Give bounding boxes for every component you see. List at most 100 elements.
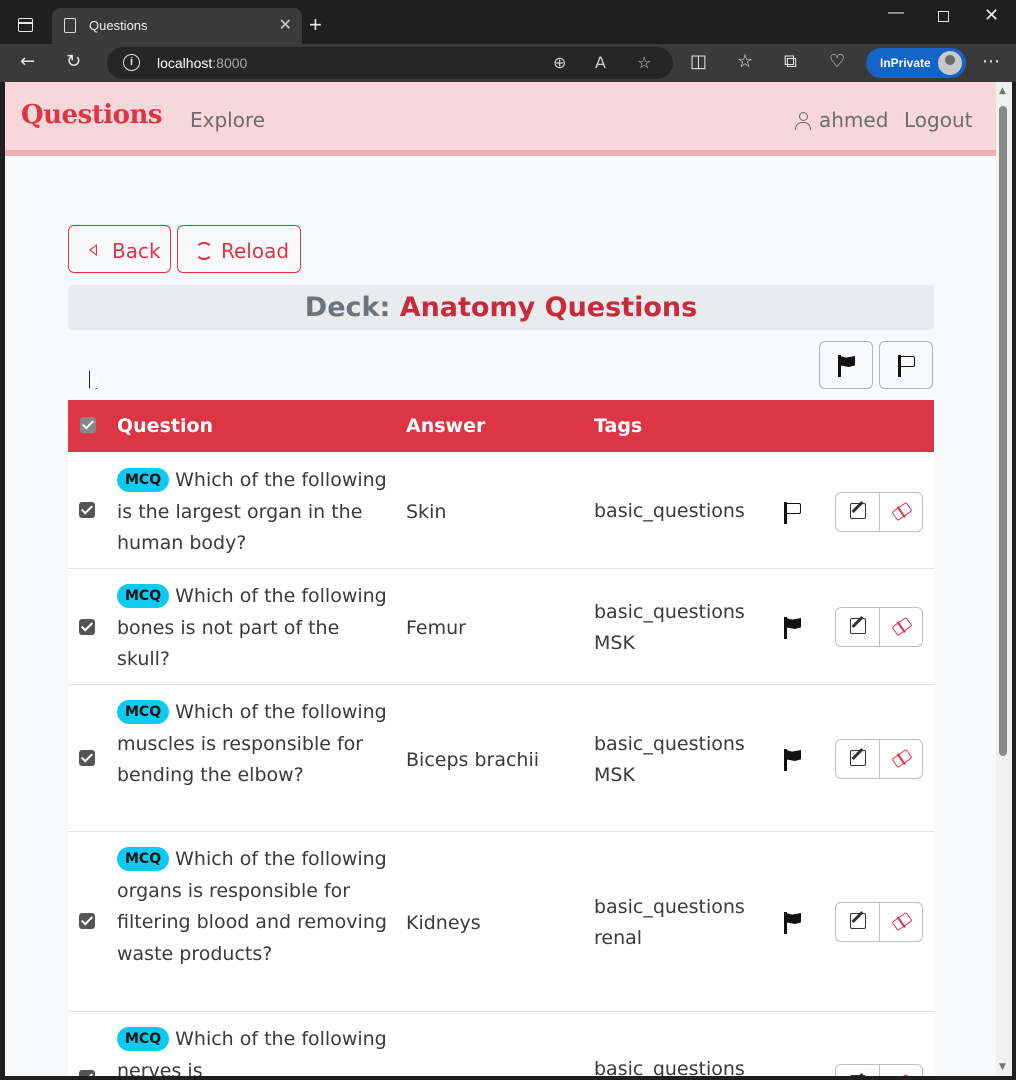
row-actions [835,902,923,942]
address-url[interactable]: localhost:8000 [157,55,247,71]
more-icon[interactable]: ⋯ [982,51,1000,72]
refresh-icon[interactable]: ↻ [66,51,81,72]
edit-button[interactable] [836,493,880,531]
read-aloud-icon[interactable]: A [595,53,606,72]
delete-button[interactable] [880,903,923,941]
flag-filled-icon[interactable] [784,912,802,934]
reload-button[interactable]: Reload [177,225,301,273]
flag-filled-icon[interactable] [784,617,802,639]
browser-tab[interactable]: Questions ✕ [52,8,302,44]
header-question[interactable]: Question [117,415,213,437]
row-actions [835,607,923,647]
eraser-icon [891,911,913,932]
address-bar[interactable]: i localhost:8000 ⊕ A ☆ [107,47,673,79]
tag: MSK [594,764,635,786]
flag-outline-icon [898,355,916,377]
edit-button[interactable] [836,903,880,941]
nav-user-link[interactable]: ahmed [795,108,888,132]
minimize-button[interactable]: — [888,4,904,22]
edit-button[interactable] [836,608,880,646]
row-checkbox[interactable] [79,750,95,766]
page-viewport: Questions Explore ahmed Logout Back Relo… [5,82,996,1076]
nav-explore-link[interactable]: Explore [190,108,265,132]
username: ahmed [819,108,889,132]
collections-icon[interactable]: ⧉ [784,51,797,72]
eraser-icon [891,748,913,769]
table-row: MCQ Which of the following nerves is basi… [68,1012,934,1076]
unflag-selected-button[interactable] [879,341,933,389]
row-actions [835,492,923,532]
edit-button[interactable] [836,740,880,778]
page-icon [64,18,76,33]
navbar: Questions Explore ahmed Logout [5,82,996,156]
pencil-icon [850,503,866,519]
mcq-badge: MCQ [117,847,170,871]
table-row: MCQ Which of the following organs is resp… [68,832,934,1012]
mouse-cursor [89,370,101,389]
question-cell: MCQ Which of the following organs is resp… [117,844,387,970]
window-close-button[interactable]: ✕ [984,5,999,26]
tags-cell: basic_questions MSK [594,597,745,659]
health-icon[interactable]: ♡ [829,51,845,72]
question-cell: MCQ Which of the following bones is not p… [117,581,387,676]
tab-actions-icon[interactable] [18,18,33,32]
reload-label: Reload [221,239,290,263]
answer-cell: Kidneys [406,912,481,934]
delete-button[interactable] [880,740,923,778]
header-answer[interactable]: Answer [406,415,485,437]
caret-left-icon [89,244,97,256]
tab-title: Questions [89,18,148,33]
maximize-button[interactable] [938,11,949,22]
table-row: MCQ Which of the following is the largest… [68,452,934,569]
scroll-down-arrow-icon[interactable]: ▼ [999,1062,1006,1072]
tab-close-icon[interactable]: ✕ [279,15,292,34]
flag-selected-button[interactable] [819,341,873,389]
deck-label: Deck: [304,292,391,323]
edit-button[interactable] [836,1065,880,1076]
split-screen-icon[interactable]: ◫ [690,51,707,72]
delete-button[interactable] [880,1065,923,1076]
logout-link[interactable]: Logout [904,108,972,132]
delete-button[interactable] [880,608,923,646]
scroll-up-arrow-icon[interactable]: ▲ [999,86,1006,96]
tag: basic_questions [594,1058,745,1076]
tag: basic_questions [594,733,745,755]
pencil-icon [850,1075,866,1076]
flag-filled-icon[interactable] [784,749,802,771]
zoom-icon[interactable]: ⊕ [553,53,566,72]
back-arrow-icon[interactable]: ← [20,51,35,72]
new-tab-button[interactable]: + [309,12,322,38]
row-checkbox[interactable] [79,502,95,518]
favorites-icon[interactable]: ☆ [737,51,753,72]
header-tags[interactable]: Tags [594,415,642,437]
answer-cell: Skin [406,501,447,523]
inprivate-badge[interactable]: InPrivate [866,48,966,78]
browser-titlebar: Questions ✕ + — ✕ [0,0,1016,44]
mcq-badge: MCQ [117,700,170,724]
tags-cell: basic_questions renal [594,892,745,954]
row-checkbox[interactable] [79,619,95,635]
table-row: MCQ Which of the following bones is not p… [68,569,934,685]
scroll-thumb[interactable] [999,106,1007,756]
select-all-checkbox[interactable] [80,417,96,433]
row-checkbox[interactable] [79,913,95,929]
table-header: Question Answer Tags [68,400,934,452]
tag: MSK [594,632,635,654]
questions-table: Question Answer Tags MCQ Which of the fol… [68,400,934,1076]
row-checkbox[interactable] [79,1070,95,1076]
pencil-icon [850,913,866,929]
page-scrollbar[interactable]: ▲ ▼ [996,82,1012,1076]
flag-outline-icon[interactable] [784,502,802,524]
mcq-badge: MCQ [117,584,170,608]
answer-cell: Biceps brachii [406,749,540,771]
delete-button[interactable] [880,493,923,531]
question-cell: MCQ Which of the following nerves is [117,1024,387,1076]
back-label: Back [112,239,161,263]
deck-title-bar: Deck: Anatomy Questions [68,285,934,330]
back-button[interactable]: Back [68,225,171,273]
pencil-icon [850,750,866,766]
site-info-icon[interactable]: i [123,54,140,71]
favorite-star-icon[interactable]: ☆ [637,53,651,72]
brand-logo[interactable]: Questions [21,100,163,130]
profile-avatar [938,51,962,75]
